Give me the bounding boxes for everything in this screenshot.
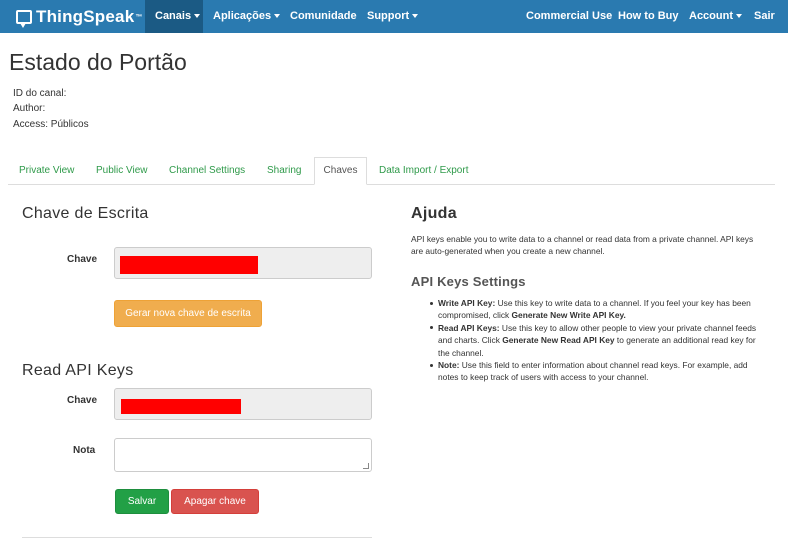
note-label: Nota bbox=[73, 445, 96, 456]
nav-item-commercial-use[interactable]: Commercial Use bbox=[526, 0, 612, 33]
caret-down-icon bbox=[194, 14, 201, 19]
help-title: Ajuda bbox=[411, 205, 457, 222]
caret-down-icon bbox=[274, 14, 281, 19]
redacted-key bbox=[120, 256, 258, 274]
read-key-field[interactable] bbox=[114, 388, 372, 420]
channel-id-label: ID do canal: bbox=[13, 88, 67, 99]
generate-write-key-button[interactable]: Gerar nova chave de escrita bbox=[114, 300, 262, 327]
save-button[interactable]: Salvar bbox=[115, 489, 169, 514]
list-item-action: Generate New Write API Key. bbox=[511, 310, 626, 321]
nav-item-account[interactable]: Account bbox=[689, 0, 742, 33]
list-item-action: Generate New Read API Key bbox=[502, 335, 615, 346]
help-intro: API keys enable you to write data to a c… bbox=[411, 234, 754, 256]
list-item-term: Read API Keys: bbox=[438, 322, 500, 333]
nav-item-label: Canais bbox=[155, 10, 192, 22]
nav-item-label: Comunidade bbox=[290, 10, 357, 22]
caret-down-icon bbox=[412, 14, 419, 19]
brand-name: ThingSpeak bbox=[36, 7, 135, 26]
help-list: Write API Key: Use this key to write dat… bbox=[427, 297, 762, 384]
read-key-label: Chave bbox=[67, 395, 98, 406]
write-key-title: Chave de Escrita bbox=[22, 205, 149, 222]
list-item: Write API Key: Use this key to write dat… bbox=[427, 297, 762, 322]
brand-logo[interactable]: ThingSpeak ™ bbox=[16, 6, 142, 28]
redacted-key bbox=[121, 399, 241, 414]
tab-channel-settings[interactable]: Channel Settings bbox=[169, 157, 245, 185]
nav-item-how-to-buy[interactable]: How to Buy bbox=[618, 0, 679, 33]
tab-public-view[interactable]: Public View bbox=[96, 157, 148, 185]
nav-item-label: Sair bbox=[754, 10, 775, 22]
nav-item-label: Support bbox=[367, 10, 410, 22]
channel-access-label: Access: bbox=[13, 119, 49, 130]
list-item: Read API Keys: Use this key to allow oth… bbox=[427, 322, 762, 359]
nav-item-label: How to Buy bbox=[618, 10, 679, 22]
nav-item-canais[interactable]: Canais bbox=[145, 0, 203, 33]
list-item: Note: Use this field to enter informatio… bbox=[427, 359, 762, 384]
nav-item-label: Commercial Use bbox=[526, 10, 613, 22]
nav-item-sair[interactable]: Sair bbox=[754, 0, 775, 33]
nav-item-label: Aplicações bbox=[213, 10, 272, 22]
channel-access: Access: Públicos bbox=[13, 119, 89, 130]
nav-item-support[interactable]: Support bbox=[367, 0, 419, 33]
list-item-term: Write API Key: bbox=[438, 298, 496, 308]
tab-chaves[interactable]: Chaves bbox=[314, 157, 367, 185]
nav-item-aplicacoes[interactable]: Aplicações bbox=[213, 0, 281, 33]
tab-sharing[interactable]: Sharing bbox=[267, 157, 301, 185]
section-divider bbox=[22, 537, 372, 538]
write-key-field[interactable] bbox=[114, 247, 372, 279]
channel-access-value: Públicos bbox=[50, 119, 89, 130]
nav-item-comunidade[interactable]: Comunidade bbox=[290, 0, 357, 33]
api-keys-settings-title: API Keys Settings bbox=[411, 274, 526, 289]
nav-item-label: Account bbox=[689, 10, 733, 22]
tab-private-view[interactable]: Private View bbox=[19, 157, 74, 185]
page-title: Estado do Portão bbox=[9, 49, 187, 75]
list-item-term: Note: bbox=[438, 360, 460, 371]
resize-handle-icon[interactable] bbox=[363, 463, 369, 469]
channel-author-label: Author: bbox=[13, 103, 46, 114]
delete-key-button[interactable]: Apagar chave bbox=[171, 489, 259, 514]
tab-data-import-export[interactable]: Data Import / Export bbox=[379, 157, 468, 185]
speech-bubble-icon bbox=[16, 10, 32, 28]
note-textarea[interactable] bbox=[114, 438, 372, 472]
write-key-label: Chave bbox=[67, 254, 98, 265]
read-keys-title: Read API Keys bbox=[22, 362, 134, 379]
top-navbar: ThingSpeak ™ Canais Aplicações Comunidade… bbox=[0, 0, 788, 33]
list-item-text: Use this field to enter information abou… bbox=[438, 360, 748, 383]
brand-trademark: ™ bbox=[135, 13, 143, 21]
caret-down-icon bbox=[736, 14, 742, 19]
